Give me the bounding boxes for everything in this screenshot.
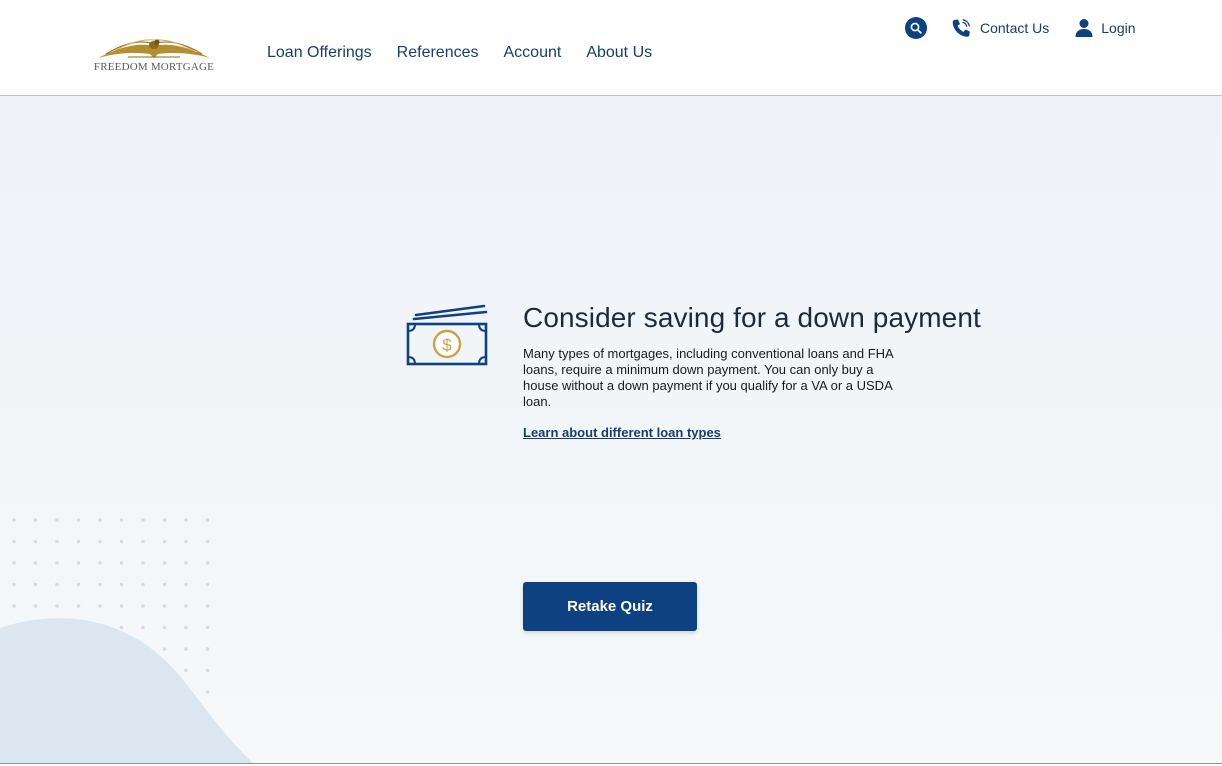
contact-us-link[interactable]: Contact Us	[951, 18, 1049, 38]
login-label: Login	[1101, 20, 1136, 36]
utility-nav: Contact Us Login	[905, 17, 1136, 39]
eagle-logo-icon	[98, 39, 210, 58]
site-header: FREEDOM MORTGAGE Loan Offerings Referenc…	[0, 0, 1222, 96]
svg-text:$: $	[442, 336, 452, 355]
search-icon	[910, 22, 922, 34]
page-bottom-divider	[0, 763, 1222, 764]
wave-decoration	[0, 618, 255, 764]
nav-loan-offerings[interactable]: Loan Offerings	[267, 44, 372, 62]
brand-logo[interactable]: FREEDOM MORTGAGE	[88, 34, 220, 76]
nav-account[interactable]: Account	[504, 44, 562, 62]
brand-name: FREEDOM MORTGAGE	[93, 61, 215, 73]
retake-quiz-button[interactable]: Retake Quiz	[523, 582, 697, 631]
nav-about-us[interactable]: About Us	[586, 44, 652, 62]
money-bill-icon: $	[406, 304, 488, 366]
main-nav: Loan Offerings References Account About …	[267, 44, 677, 62]
result-description: Many types of mortgages, including conve…	[523, 346, 893, 409]
login-link[interactable]: Login	[1075, 18, 1136, 38]
learn-loan-types-link[interactable]: Learn about different loan types	[523, 425, 721, 440]
search-button[interactable]	[905, 17, 927, 39]
result-title: Consider saving for a down payment	[523, 302, 981, 333]
phone-icon	[952, 19, 970, 37]
contact-us-label: Contact Us	[980, 20, 1050, 36]
user-icon	[1075, 19, 1093, 37]
nav-references[interactable]: References	[397, 44, 479, 62]
